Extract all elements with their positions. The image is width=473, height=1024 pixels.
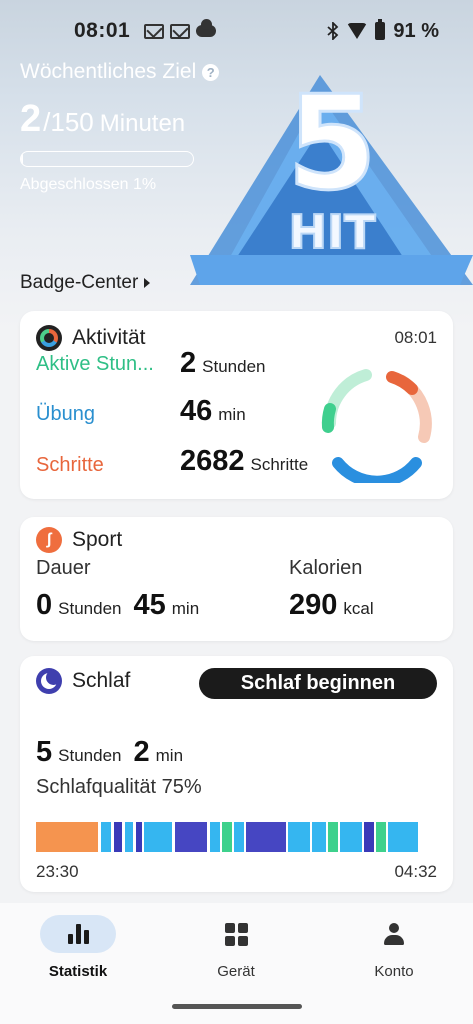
sleep-segment xyxy=(114,822,122,852)
active-hours-unit: Stunden xyxy=(202,357,266,376)
gmail-icon xyxy=(170,23,190,39)
sport-calories: 290 kcal xyxy=(289,589,374,621)
activity-time: 08:01 xyxy=(394,328,437,347)
sport-duration: 0 Stunden 45 min xyxy=(36,589,200,621)
activity-title: Aktivität xyxy=(72,326,146,349)
nav-geraet[interactable]: Gerät xyxy=(176,915,296,980)
sleep-segment xyxy=(144,822,172,852)
sleep-segment xyxy=(288,822,310,852)
active-ring-faint xyxy=(324,369,372,429)
bluetooth-icon xyxy=(327,22,339,40)
badge-5-hit-image[interactable]: 5 HIT xyxy=(190,70,473,300)
sport-title: Sport xyxy=(72,528,123,551)
sport-card[interactable]: ʃ Sport Dauer Kalorien 0 Stunden 45 min … xyxy=(20,517,453,641)
exercise-label: Übung xyxy=(36,403,95,425)
sleep-segment xyxy=(101,822,111,852)
active-hours-value: 2 xyxy=(180,347,197,379)
sleep-segment xyxy=(376,822,386,852)
activity-rings-icon xyxy=(36,325,62,351)
steps-ring xyxy=(386,371,418,395)
start-sleep-button[interactable]: Schlaf beginnen xyxy=(199,668,437,699)
activity-ring-chart xyxy=(321,369,432,483)
sleep-segment xyxy=(312,822,326,852)
exercise-value: 46 xyxy=(180,395,213,427)
sleep-stages-bar xyxy=(36,822,438,852)
active-ring xyxy=(321,403,336,433)
status-bar: 08:01 91 % xyxy=(0,14,473,48)
sleep-segment xyxy=(175,822,207,852)
sleep-segment xyxy=(125,822,133,852)
badge-center-link[interactable]: Badge-Center xyxy=(20,272,151,294)
sleep-segment xyxy=(234,822,244,852)
header-hero: 08:01 91 % Wöchentliches Ziel ? 2 / 150 … xyxy=(0,0,473,330)
sleep-segment xyxy=(210,822,220,852)
sleep-duration: 5 Stunden 2 min xyxy=(36,736,184,768)
running-icon: ʃ xyxy=(36,527,62,553)
sleep-end-time: 04:32 xyxy=(394,862,437,881)
gmail-icon xyxy=(144,23,164,39)
exercise-ring xyxy=(332,457,422,483)
arrow-right-icon xyxy=(144,278,151,288)
sleep-start-time: 23:30 xyxy=(36,862,79,881)
weekly-goal-progress xyxy=(20,151,194,167)
duration-label: Dauer xyxy=(36,557,91,579)
bottom-navigation: Statistik Gerät Konto xyxy=(0,903,473,1024)
battery-level: 91 % xyxy=(393,19,439,42)
sleep-segment xyxy=(328,822,338,852)
sleep-segment xyxy=(388,822,418,852)
progress-fill xyxy=(21,152,23,166)
sleep-segment xyxy=(246,822,286,852)
exercise-unit: min xyxy=(218,405,246,424)
status-time: 08:01 xyxy=(74,19,131,42)
steps-unit: Schritte xyxy=(250,455,309,474)
sleep-title: Schlaf xyxy=(72,669,131,692)
active-hours-label: Aktive Stun... xyxy=(36,353,154,375)
sleep-quality: Schlafqualität 75% xyxy=(36,776,202,798)
grid-icon xyxy=(224,922,248,946)
sleep-segment xyxy=(222,822,232,852)
steps-label: Schritte xyxy=(36,454,104,476)
activity-card[interactable]: Aktivität 08:01 Aktive Stun... 2 Stunden… xyxy=(20,311,453,499)
sleep-segment xyxy=(364,822,374,852)
moon-icon xyxy=(36,668,62,694)
bar-chart-icon xyxy=(67,924,89,944)
cloud-icon xyxy=(196,19,216,37)
nav-konto[interactable]: Konto xyxy=(334,915,454,980)
person-icon xyxy=(383,923,405,945)
home-indicator[interactable] xyxy=(172,1004,302,1009)
sleep-segment xyxy=(340,822,362,852)
steps-value: 2682 xyxy=(180,445,245,477)
badge-number: 5 xyxy=(287,70,377,219)
wifi-icon xyxy=(347,23,368,39)
battery-icon xyxy=(375,19,386,40)
weekly-goal-value: 2 / 150 Minuten xyxy=(20,98,186,140)
nav-statistik[interactable]: Statistik xyxy=(18,915,138,980)
progress-label: Abgeschlossen 1% xyxy=(20,176,157,193)
calories-label: Kalorien xyxy=(289,557,363,579)
badge-word: HIT xyxy=(289,205,377,259)
sleep-segment xyxy=(36,822,98,852)
sleep-card[interactable]: Schlaf Schlaf beginnen 5 Stunden 2 min S… xyxy=(20,656,453,892)
